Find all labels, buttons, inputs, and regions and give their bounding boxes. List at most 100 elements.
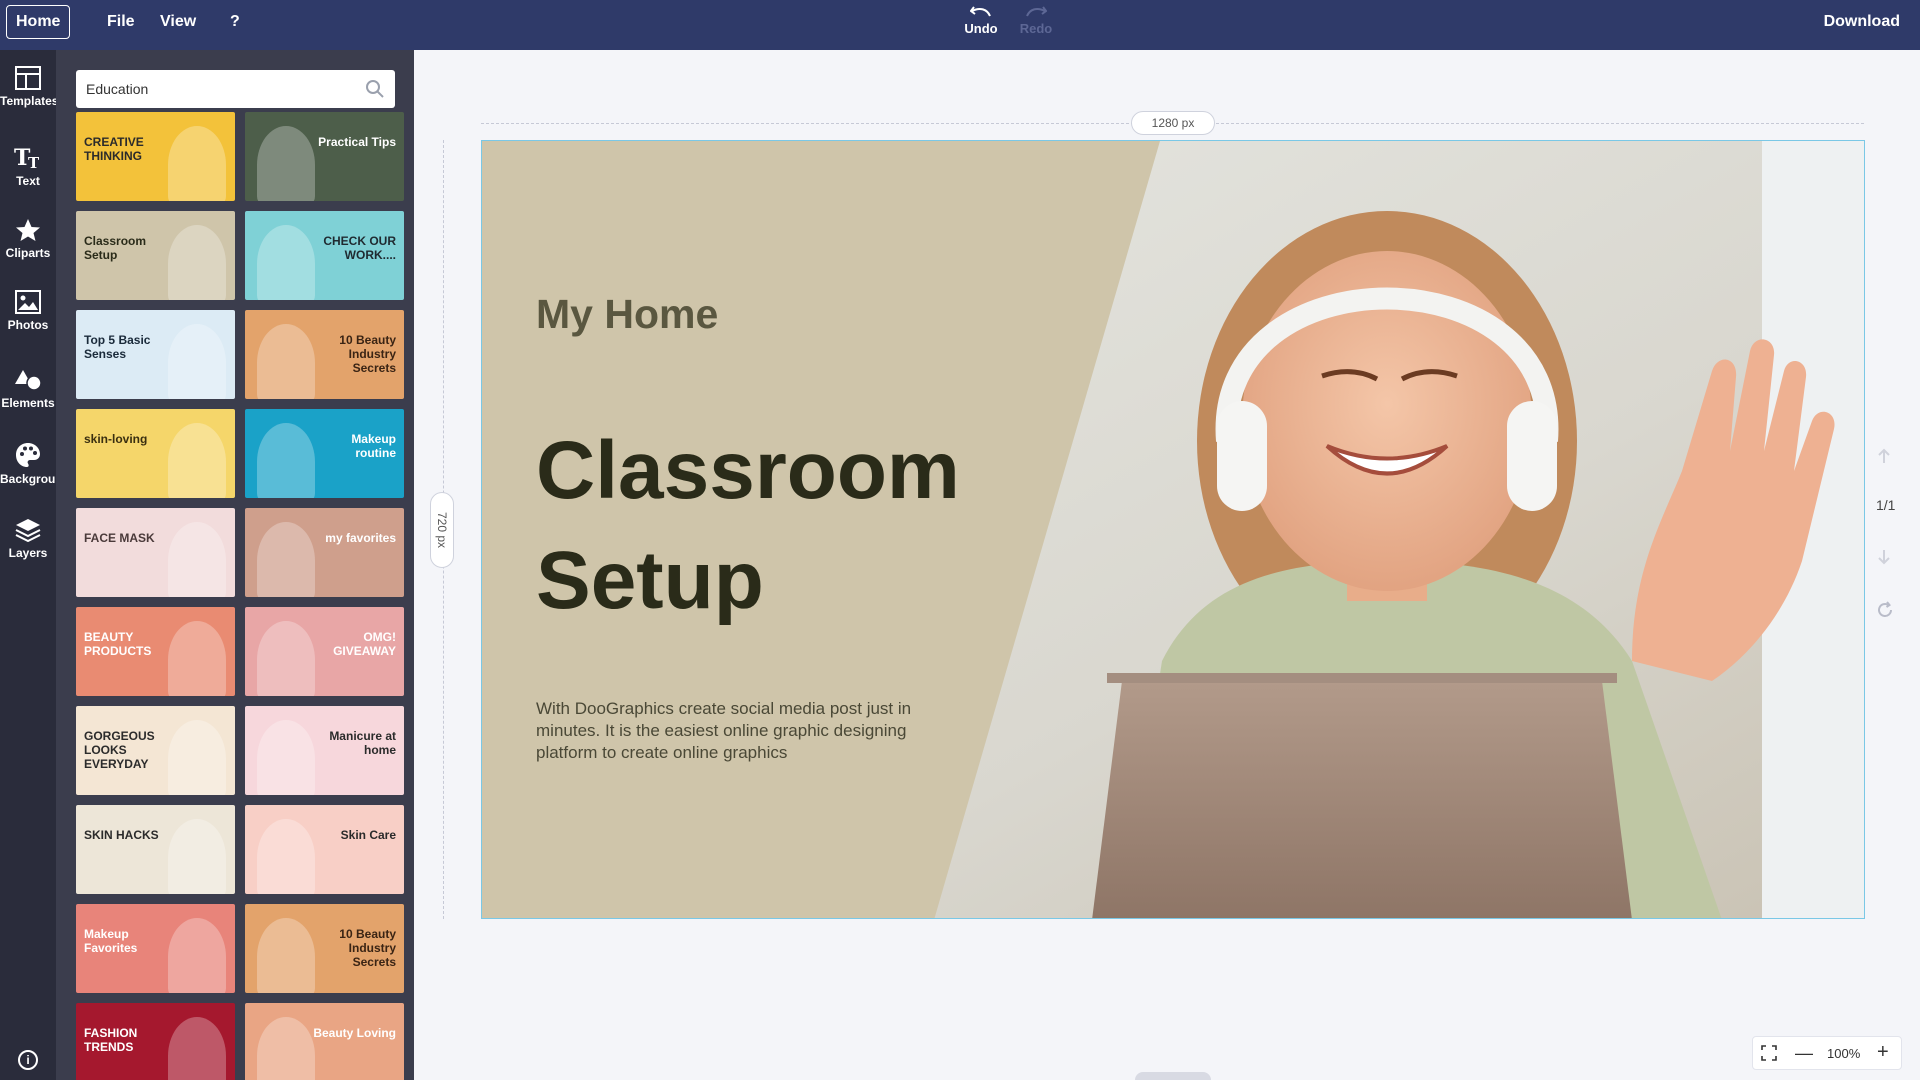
template-thumbnail[interactable]: Beauty Loving: [245, 1003, 404, 1080]
template-thumbnail-photo: [168, 324, 226, 399]
template-thumbnail-title: my favorites: [325, 531, 396, 545]
canvas-body-text[interactable]: With DooGraphics create social media pos…: [536, 698, 916, 764]
templates-panel: CREATIVE THINKING Practical Tips Classroom…: [56, 50, 414, 1080]
template-thumbnail-title: 10 Beauty Industry Secrets: [339, 333, 396, 375]
template-thumbnail[interactable]: Makeup routine: [245, 409, 404, 498]
template-thumbnail[interactable]: SKIN HACKS: [76, 805, 235, 894]
star-icon: [16, 219, 40, 241]
template-thumbnail[interactable]: OMG! GIVEAWAY: [245, 607, 404, 696]
template-thumbnail[interactable]: Classroom Setup: [76, 211, 235, 300]
undo-icon: [970, 6, 991, 17]
svg-text:T: T: [28, 154, 40, 170]
rail-templates[interactable]: Templates: [0, 66, 59, 108]
template-thumbnail[interactable]: my favorites: [245, 508, 404, 597]
search-input[interactable]: [86, 70, 346, 108]
template-thumbnail-photo: [168, 621, 226, 696]
template-thumbnail-title: CREATIVE THINKING: [84, 135, 144, 163]
rail-text[interactable]: TT Text: [0, 144, 56, 188]
move-page-up-icon[interactable]: [1876, 447, 1892, 465]
info-icon[interactable]: i: [18, 1050, 38, 1070]
template-thumbnail-photo: [257, 918, 315, 993]
template-thumbnail-title: Makeup routine: [351, 432, 396, 460]
template-thumbnail-title: Classroom Setup: [84, 234, 147, 262]
template-thumbnail-title: Skin Care: [340, 828, 396, 842]
template-thumbnail-photo: [257, 522, 315, 597]
canvas-title-line-2: Setup: [536, 535, 764, 626]
redo-button[interactable]: Redo: [1011, 3, 1061, 36]
template-thumbnail[interactable]: BEAUTY PRODUCTS: [76, 607, 235, 696]
template-thumbnail-photo: [168, 1017, 226, 1080]
canvas-title-line-1: Classroom: [536, 425, 960, 516]
zoom-in-button[interactable]: +: [1877, 1041, 1889, 1064]
rail-layers[interactable]: Layers: [0, 518, 56, 560]
page-indicator: 1/1: [1876, 497, 1896, 513]
template-thumbnail[interactable]: Makeup Favorites: [76, 904, 235, 993]
template-thumbnail[interactable]: 10 Beauty Industry Secrets: [245, 310, 404, 399]
rail-label-photos: Photos: [7, 318, 49, 332]
undo-button[interactable]: Undo: [956, 3, 1006, 36]
template-thumbnail-title: FACE MASK: [84, 531, 155, 545]
template-thumbnail-photo: [168, 720, 226, 795]
template-thumbnail-title: skin-loving: [84, 432, 148, 446]
template-search: [76, 70, 395, 108]
menu-view[interactable]: View: [160, 13, 196, 31]
templates-icon: [15, 66, 41, 90]
template-thumbnail-title: GORGEOUS LOOKS EVERYDAY: [84, 729, 155, 771]
template-thumbnail-photo: [257, 720, 315, 795]
template-thumbnail-photo: [257, 621, 315, 696]
palette-icon: [16, 443, 40, 467]
template-thumbnail-title: FASHION TRENDS: [84, 1026, 138, 1054]
canvas-subtitle[interactable]: My Home: [536, 291, 718, 338]
template-thumbnail-photo: [257, 1017, 315, 1080]
template-thumbnail[interactable]: FACE MASK: [76, 508, 235, 597]
rail-elements[interactable]: Elements: [0, 368, 56, 410]
template-thumbnail-title: Top 5 Basic Senses: [84, 333, 151, 361]
redo-label: Redo: [1019, 21, 1053, 36]
template-thumbnail-title: Practical Tips: [318, 135, 396, 149]
rail-label-background: Background: [0, 472, 71, 486]
template-thumbnail[interactable]: Manicure at home: [245, 706, 404, 795]
zoom-out-button[interactable]: —: [1795, 1043, 1813, 1064]
template-thumbnail-title: OMG! GIVEAWAY: [333, 630, 396, 658]
rail-cliparts[interactable]: Cliparts: [0, 218, 56, 260]
search-icon[interactable]: [365, 79, 385, 99]
home-button[interactable]: Home: [6, 5, 71, 39]
template-thumbnail[interactable]: FASHION TRENDS: [76, 1003, 235, 1080]
template-thumbnail-photo: [257, 423, 315, 498]
template-thumbnail-photo: [168, 423, 226, 498]
rail-background[interactable]: Background: [0, 442, 71, 486]
menu-file[interactable]: File: [107, 13, 135, 31]
template-thumbnail[interactable]: 10 Beauty Industry Secrets: [245, 904, 404, 993]
move-page-down-icon[interactable]: [1876, 548, 1892, 566]
download-button[interactable]: Download: [1824, 13, 1900, 31]
template-thumbnail[interactable]: Practical Tips: [245, 112, 404, 201]
template-thumbnail[interactable]: Top 5 Basic Senses: [76, 310, 235, 399]
rail-label-layers: Layers: [8, 546, 48, 560]
photo-icon: [15, 290, 41, 314]
template-thumbnail-photo: [168, 918, 226, 993]
shapes-icon: [15, 370, 42, 391]
template-thumbnail-photo: [168, 819, 226, 894]
template-thumbnail-photo: [257, 225, 315, 300]
rail-label-templates: Templates: [0, 94, 59, 108]
template-thumbnail[interactable]: CHECK OUR WORK....: [245, 211, 404, 300]
template-thumbnail[interactable]: Skin Care: [245, 805, 404, 894]
bottom-panel-handle[interactable]: [1135, 1072, 1211, 1080]
template-thumbnail-title: 10 Beauty Industry Secrets: [339, 927, 396, 969]
template-thumbnail-photo: [257, 126, 315, 201]
width-label: 1280 px: [1131, 111, 1215, 135]
template-thumbnail-title: BEAUTY PRODUCTS: [84, 630, 152, 658]
rail-photos[interactable]: Photos: [0, 290, 56, 332]
template-thumbnail-title: SKIN HACKS: [84, 828, 159, 842]
template-thumbnail-photo: [168, 225, 226, 300]
template-thumbnail[interactable]: GORGEOUS LOOKS EVERYDAY: [76, 706, 235, 795]
template-thumbnail[interactable]: skin-loving: [76, 409, 235, 498]
canvas-title[interactable]: Classroom Setup: [536, 416, 960, 636]
template-thumbnail[interactable]: CREATIVE THINKING: [76, 112, 235, 201]
template-thumbnail-title: CHECK OUR WORK....: [323, 234, 396, 262]
artboard[interactable]: My Home Classroom Setup With DooGraphics…: [481, 140, 1865, 919]
fullscreen-icon[interactable]: [1761, 1045, 1777, 1061]
refresh-icon[interactable]: [1876, 601, 1894, 619]
menu-help[interactable]: ?: [230, 13, 240, 31]
top-bar: Home File View ? Undo Redo Download: [0, 0, 1920, 50]
